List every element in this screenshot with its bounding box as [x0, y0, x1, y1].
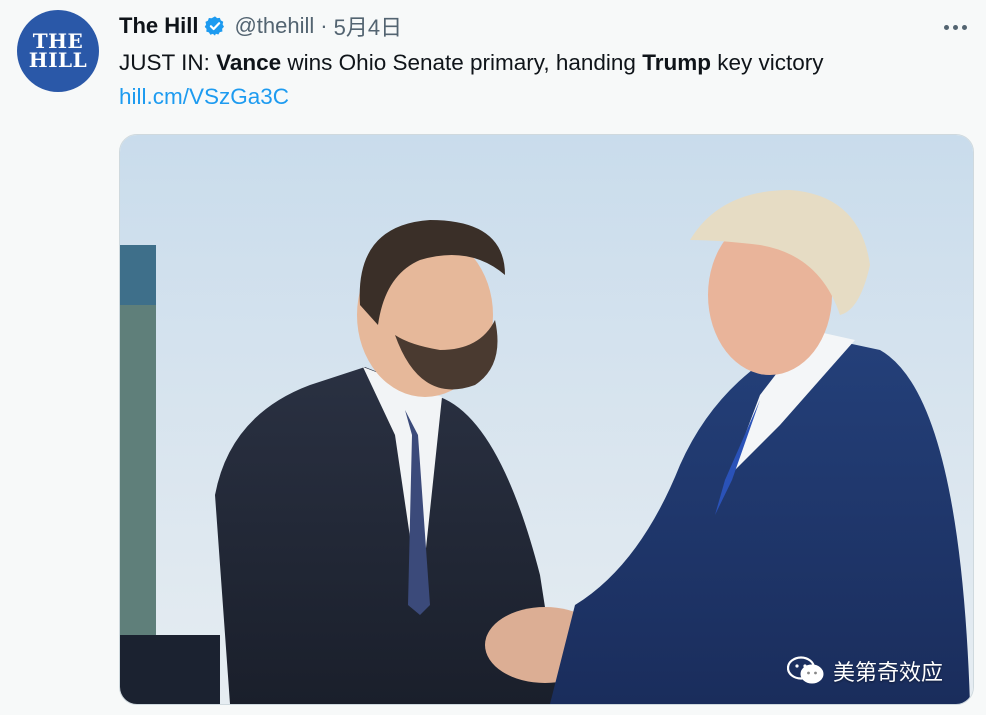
- account-name[interactable]: The Hill: [119, 13, 198, 39]
- tweet-text-bold-vance: Vance: [216, 50, 282, 75]
- tweet-link[interactable]: hill.cm/VSzGa3C: [119, 82, 289, 112]
- separator: ·: [320, 13, 328, 38]
- photo-illustration: [120, 135, 973, 704]
- tweet-photo[interactable]: [119, 134, 974, 705]
- tweet-text-bold-trump: Trump: [642, 50, 711, 75]
- more-options-icon[interactable]: [940, 12, 970, 42]
- wechat-icon: [787, 656, 824, 684]
- tweet-date[interactable]: 5月4日: [334, 10, 402, 42]
- verified-badge-icon: [204, 15, 226, 37]
- avatar-text-line2: HILL: [28, 48, 88, 72]
- watermark-text: 美第奇效应: [833, 661, 944, 686]
- account-handle[interactable]: @thehill: [234, 13, 314, 39]
- tweet-text-suffix: key victory: [710, 50, 824, 75]
- tweet-header: The Hill @thehill · 5月4日: [119, 11, 402, 41]
- watermark: 美第奇效应: [787, 655, 943, 687]
- tweet-text: JUST IN: Vance wins Ohio Senate primary,…: [119, 48, 824, 78]
- tweet-text-mid: wins Ohio Senate primary, handing: [281, 50, 643, 75]
- avatar[interactable]: THE HILL: [17, 10, 99, 92]
- tweet-text-prefix: JUST IN:: [119, 50, 217, 75]
